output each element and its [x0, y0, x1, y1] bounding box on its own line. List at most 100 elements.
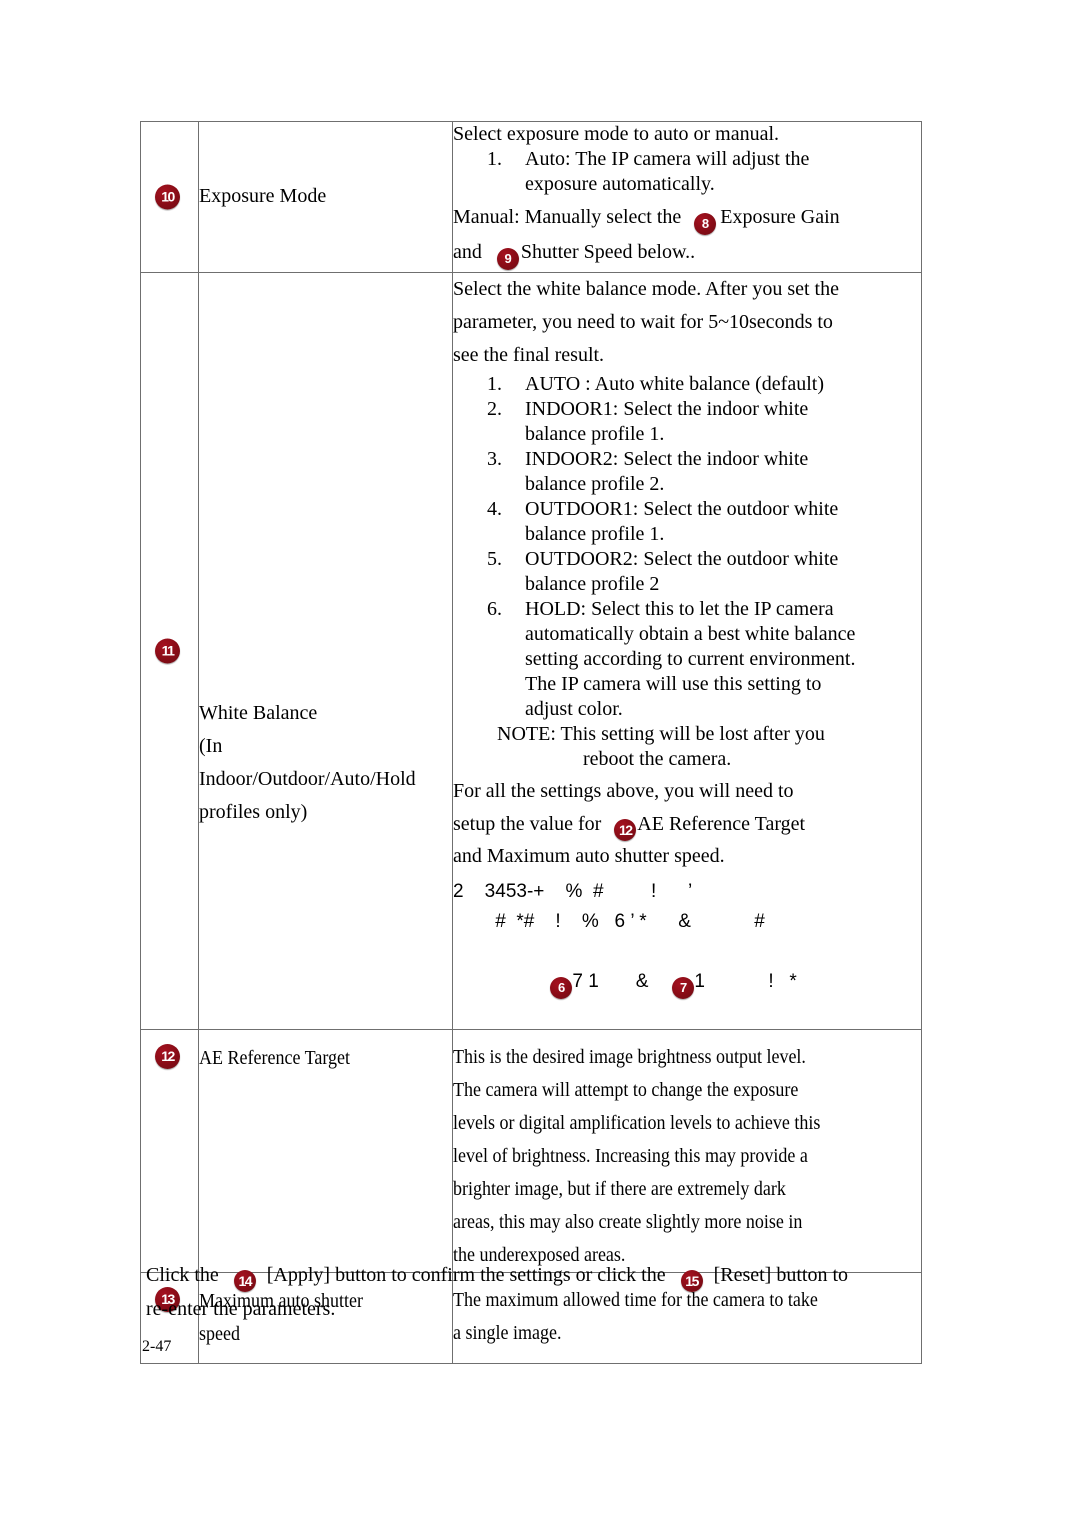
- ae-desc-l3: levels or digital amplification levels t…: [453, 1112, 821, 1134]
- manual-text-post: Shutter Speed below..: [520, 241, 696, 263]
- wb-tail-l3: and Maximum auto shutter speed.: [453, 845, 725, 867]
- closing-line-1: Click the 14 [Apply] button to confirm t…: [146, 1258, 936, 1292]
- list-item-line: INDOOR2: Select the indoor white: [525, 448, 809, 470]
- list-item-number: 1.: [487, 373, 502, 395]
- marker-badge-9: 9: [496, 248, 519, 270]
- ae-desc-l4: level of brightness. Increasing this may…: [453, 1145, 808, 1167]
- wb-intro-l2: parameter, you need to wait for 5~10seco…: [453, 311, 833, 333]
- closing-paragraph: Click the 14 [Apply] button to confirm t…: [146, 1258, 936, 1326]
- list-item-line: OUTDOOR2: Select the outdoor white: [525, 548, 839, 570]
- list-item-line: AUTO : Auto white balance (default): [525, 373, 824, 395]
- marker-badge-12-inline: 12: [614, 819, 637, 841]
- list-item-number: 3.: [487, 448, 502, 470]
- list-item-cont: balance profile 1.: [453, 422, 921, 447]
- list-item: 4. OUTDOOR1: Select the outdoor white: [453, 497, 921, 522]
- row-badge-cell-white-balance: 11: [140, 272, 199, 1030]
- manual-text-and: and: [453, 241, 482, 263]
- ae-desc-l6: areas, this may also create slightly mor…: [453, 1211, 803, 1233]
- list-item-cont: balance profile 2.: [453, 472, 921, 497]
- exposure-mode-list: 1. Auto: The IP camera will adjust the e…: [453, 147, 921, 197]
- list-item-cont: balance profile 2: [453, 572, 921, 597]
- row-name-cell-white-balance: White Balance (In Indoor/Outdoor/Auto/Ho…: [198, 272, 453, 1030]
- garbled-text-line-1: 2 3453-+ % # ! ’: [453, 881, 693, 902]
- marker-badge-7: 7: [672, 977, 695, 999]
- exposure-mode-intro: Select exposure mode to auto or manual.: [453, 123, 780, 145]
- list-item-number: 6.: [487, 598, 502, 620]
- list-item-line: setting according to current environment…: [525, 648, 856, 670]
- setting-name-white-balance-l1: White Balance: [199, 702, 318, 724]
- list-item: 3. INDOOR2: Select the indoor white: [453, 447, 921, 472]
- marker-badge-12: 12: [155, 1044, 180, 1069]
- list-item-line: adjust color.: [525, 698, 623, 720]
- list-item-cont: setting according to current environment…: [453, 647, 921, 672]
- row-badge-cell-ae-reference-target: 12: [140, 1029, 199, 1273]
- closing-line-2: re-enter the parameters.: [146, 1298, 336, 1320]
- list-item-cont: balance profile 1.: [453, 522, 921, 547]
- wb-tail-pre: setup the value for: [453, 813, 602, 835]
- list-item-cont: automatically obtain a best white balanc…: [453, 622, 921, 647]
- list-item: 2. INDOOR1: Select the indoor white: [453, 397, 921, 422]
- wb-tail-l2: setup the value for 12 AE Reference Targe…: [453, 808, 921, 841]
- setting-name-ae-reference-target: AE Reference Target: [199, 1047, 351, 1069]
- wb-intro-l1: Select the white balance mode. After you…: [453, 278, 839, 300]
- row-name-cell-exposure-mode: Exposure Mode: [198, 121, 453, 273]
- white-balance-mode-list: 1. AUTO : Auto white balance (default) 2…: [453, 372, 921, 722]
- exposure-mode-manual-line1: Manual: Manually select the 8 Exposure Ga…: [453, 200, 921, 235]
- marker-badge-6: 6: [550, 977, 573, 999]
- ae-desc-l5: brighter image, but if there are extreme…: [453, 1178, 786, 1200]
- list-item-cont: adjust color.: [453, 697, 921, 722]
- wb-tail-l1: For all the settings above, you will nee…: [453, 780, 794, 802]
- list-item: 5. OUTDOOR2: Select the outdoor white: [453, 547, 921, 572]
- list-item-number: 2.: [487, 398, 502, 420]
- setting-name-exposure-mode: Exposure Mode: [199, 185, 327, 207]
- list-item-line: balance profile 2.: [525, 473, 665, 495]
- manual-text-pre: Manual: Manually select the: [453, 206, 682, 228]
- list-item: 6. HOLD: Select this to let the IP camer…: [453, 597, 921, 622]
- garbled-text-line-3: 67 1 & 7 1 ! *: [453, 937, 921, 1029]
- row-badge-cell-exposure-mode: 10: [140, 121, 199, 273]
- row-desc-cell-ae-reference-target: This is the desired image brightness out…: [452, 1029, 922, 1273]
- list-item-line: exposure automatically.: [525, 173, 715, 195]
- marker-badge-14: 14: [233, 1270, 256, 1292]
- list-item-line: balance profile 1.: [525, 523, 665, 545]
- row-desc-cell-exposure-mode: Select exposure mode to auto or manual. …: [452, 121, 922, 273]
- list-item-number: 1.: [487, 148, 502, 170]
- settings-description-table: 10 Exposure Mode Select exposure mode to…: [140, 121, 922, 1364]
- list-item-line: The IP camera will use this setting to: [525, 673, 822, 695]
- list-item-line: balance profile 1.: [525, 423, 665, 445]
- garbled-text-line-2: # *# ! % 6 ’ * & #: [453, 911, 765, 932]
- setting-name-white-balance-l2: (In: [199, 735, 223, 757]
- list-item-cont: exposure automatically.: [453, 172, 921, 197]
- list-item: 1. Auto: The IP camera will adjust the: [453, 147, 921, 172]
- table-row: 10 Exposure Mode Select exposure mode to…: [140, 121, 922, 273]
- list-item-line: balance profile 2: [525, 573, 660, 595]
- marker-badge-15: 15: [680, 1270, 703, 1292]
- closing-text-pre: Click the: [146, 1264, 219, 1286]
- setting-name-white-balance-l4: profiles only): [199, 801, 308, 823]
- wb-note-l2: reboot the camera.: [583, 748, 732, 770]
- table-row: 11 White Balance (In Indoor/Outdoor/Auto…: [140, 272, 922, 1030]
- row-name-cell-ae-reference-target: AE Reference Target: [198, 1029, 453, 1273]
- wb-intro-l3: see the final result.: [453, 344, 605, 366]
- closing-text-mid1: [Apply] button to confirm the settings o…: [266, 1264, 666, 1286]
- marker-badge-11: 11: [155, 638, 180, 664]
- closing-text-mid2: [Reset] button to: [713, 1264, 849, 1286]
- setting-name-white-balance-l3: Indoor/Outdoor/Auto/Hold: [199, 768, 416, 790]
- list-item-number: 5.: [487, 548, 502, 570]
- list-item-line: OUTDOOR1: Select the outdoor white: [525, 498, 839, 520]
- list-item-line: Auto: The IP camera will adjust the: [525, 148, 810, 170]
- ae-desc-l2: The camera will attempt to change the ex…: [453, 1079, 799, 1101]
- table-row: 12 AE Reference Target This is the desir…: [140, 1029, 922, 1273]
- list-item-number: 4.: [487, 498, 502, 520]
- list-item-line: HOLD: Select this to let the IP camera: [525, 598, 834, 620]
- document-page: 10 Exposure Mode Select exposure mode to…: [0, 0, 1080, 1528]
- exposure-mode-manual-line2: and 9 Shutter Speed below..: [453, 235, 921, 270]
- wb-tail-post: AE Reference Target: [637, 813, 806, 835]
- list-item-line: automatically obtain a best white balanc…: [525, 623, 856, 645]
- marker-badge-8: 8: [694, 213, 717, 235]
- page-number: 2-47: [142, 1338, 172, 1355]
- marker-badge-10: 10: [155, 184, 180, 210]
- list-item-cont: The IP camera will use this setting to: [453, 672, 921, 697]
- garbled-seg-b: 1 ! *: [694, 971, 797, 992]
- row-desc-cell-white-balance: Select the white balance mode. After you…: [452, 272, 922, 1030]
